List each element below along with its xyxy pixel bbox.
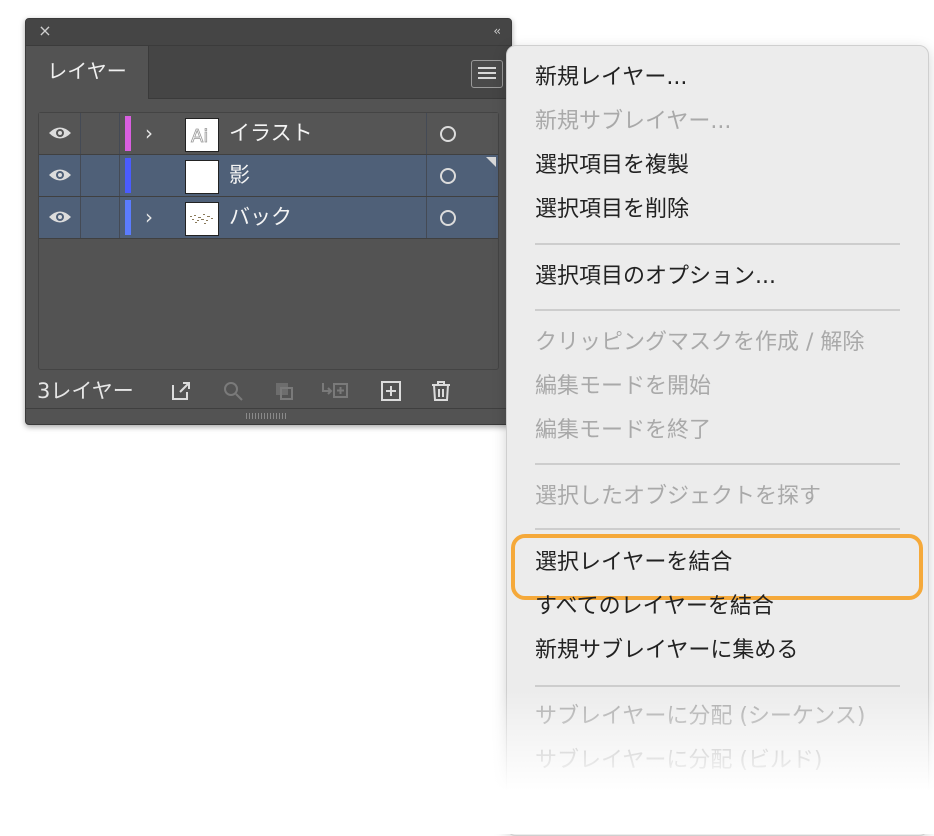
menu-item-enter-isolation: 編集モードを開始 bbox=[535, 374, 712, 399]
layer-row[interactable]: 影 bbox=[39, 155, 498, 197]
layer-color-swatch bbox=[125, 158, 131, 193]
layers-panel-menu: 新規レイヤー... 新規サブレイヤー... 選択項目を複製 選択項目を削除 選択… bbox=[506, 45, 929, 836]
layer-thumbnail: Ai bbox=[185, 118, 219, 152]
layer-thumbnail bbox=[185, 160, 219, 194]
expand-chevron-icon[interactable]: › bbox=[145, 121, 153, 145]
menu-item-delete-selection[interactable]: 選択項目を削除 bbox=[535, 195, 689, 225]
ai-thumb-icon: Ai bbox=[191, 126, 209, 148]
layer-name: バック bbox=[229, 205, 292, 229]
panel-menu-button[interactable] bbox=[471, 60, 503, 88]
layer-color-swatch bbox=[125, 200, 131, 235]
visibility-eye-icon[interactable] bbox=[48, 125, 72, 141]
menu-item-exit-isolation: 編集モードを終了 bbox=[535, 418, 712, 443]
panel-footer: 3レイヤー bbox=[26, 374, 511, 412]
menu-item-flatten-artwork[interactable]: すべてのレイヤーを結合 bbox=[535, 592, 774, 622]
export-icon[interactable] bbox=[169, 379, 193, 403]
menu-item-release-sequence: サブレイヤーに分配 (シーケンス) bbox=[535, 704, 866, 729]
panel-tab-row: レイヤー bbox=[26, 46, 511, 99]
target-circle-icon[interactable] bbox=[440, 126, 456, 142]
menu-item-collect-in-new-layer[interactable]: 新規サブレイヤーに集める bbox=[535, 636, 798, 666]
hamburger-icon bbox=[478, 67, 496, 69]
layer-list: › Ai イラスト 影 › バック bbox=[38, 112, 499, 370]
collapse-panel-icon[interactable]: ‹‹ bbox=[493, 22, 500, 40]
menu-item-new-layer[interactable]: 新規レイヤー... bbox=[535, 63, 687, 93]
menu-separator bbox=[535, 463, 900, 465]
search-icon[interactable] bbox=[221, 379, 245, 403]
layers-panel: × ‹‹ レイヤー › Ai イラスト 影 › バック 3レイヤー bbox=[25, 18, 512, 425]
resize-grip[interactable] bbox=[246, 413, 288, 419]
visibility-eye-icon[interactable] bbox=[48, 167, 72, 183]
menu-item-merge-selected[interactable]: 選択レイヤーを結合 bbox=[535, 548, 732, 578]
new-sublayer-icon[interactable] bbox=[320, 379, 350, 403]
layer-color-swatch bbox=[125, 116, 131, 151]
menu-separator bbox=[535, 309, 900, 311]
svg-text:Ai: Ai bbox=[191, 126, 208, 147]
trash-icon[interactable] bbox=[429, 379, 453, 403]
menu-item-clipping-mask: クリッピングマスクを作成 / 解除 bbox=[535, 330, 865, 355]
layer-thumbnail bbox=[185, 202, 219, 236]
panel-titlebar[interactable]: × ‹‹ bbox=[26, 19, 511, 46]
menu-separator bbox=[535, 528, 900, 530]
layer-row[interactable]: › Ai イラスト bbox=[39, 113, 498, 155]
menu-item-locate-object: 選択したオブジェクトを探す bbox=[535, 484, 822, 509]
pattern-thumb-icon bbox=[190, 214, 213, 224]
expand-chevron-icon[interactable]: › bbox=[145, 205, 153, 229]
menu-item-new-sublayer: 新規サブレイヤー... bbox=[535, 109, 732, 134]
layer-name: イラスト bbox=[229, 121, 313, 145]
tab-layers[interactable]: レイヤー bbox=[26, 46, 149, 99]
close-icon[interactable]: × bbox=[36, 22, 54, 40]
clipping-mask-icon[interactable] bbox=[272, 379, 296, 403]
menu-separator bbox=[535, 685, 900, 687]
menu-item-release-build: サブレイヤーに分配 (ビルド) bbox=[535, 748, 823, 773]
layer-row[interactable]: › バック bbox=[39, 197, 498, 239]
menu-separator bbox=[535, 243, 900, 245]
new-layer-icon[interactable] bbox=[379, 379, 403, 403]
menu-item-duplicate-selection[interactable]: 選択項目を複製 bbox=[535, 151, 689, 181]
visibility-eye-icon[interactable] bbox=[48, 209, 72, 225]
target-circle-icon[interactable] bbox=[440, 210, 456, 226]
target-circle-icon[interactable] bbox=[440, 168, 456, 184]
selection-indicator-icon bbox=[486, 157, 496, 167]
layer-name: 影 bbox=[229, 163, 250, 187]
menu-item-selection-options[interactable]: 選択項目のオプション... bbox=[535, 262, 776, 292]
layer-count: 3レイヤー bbox=[37, 379, 134, 403]
